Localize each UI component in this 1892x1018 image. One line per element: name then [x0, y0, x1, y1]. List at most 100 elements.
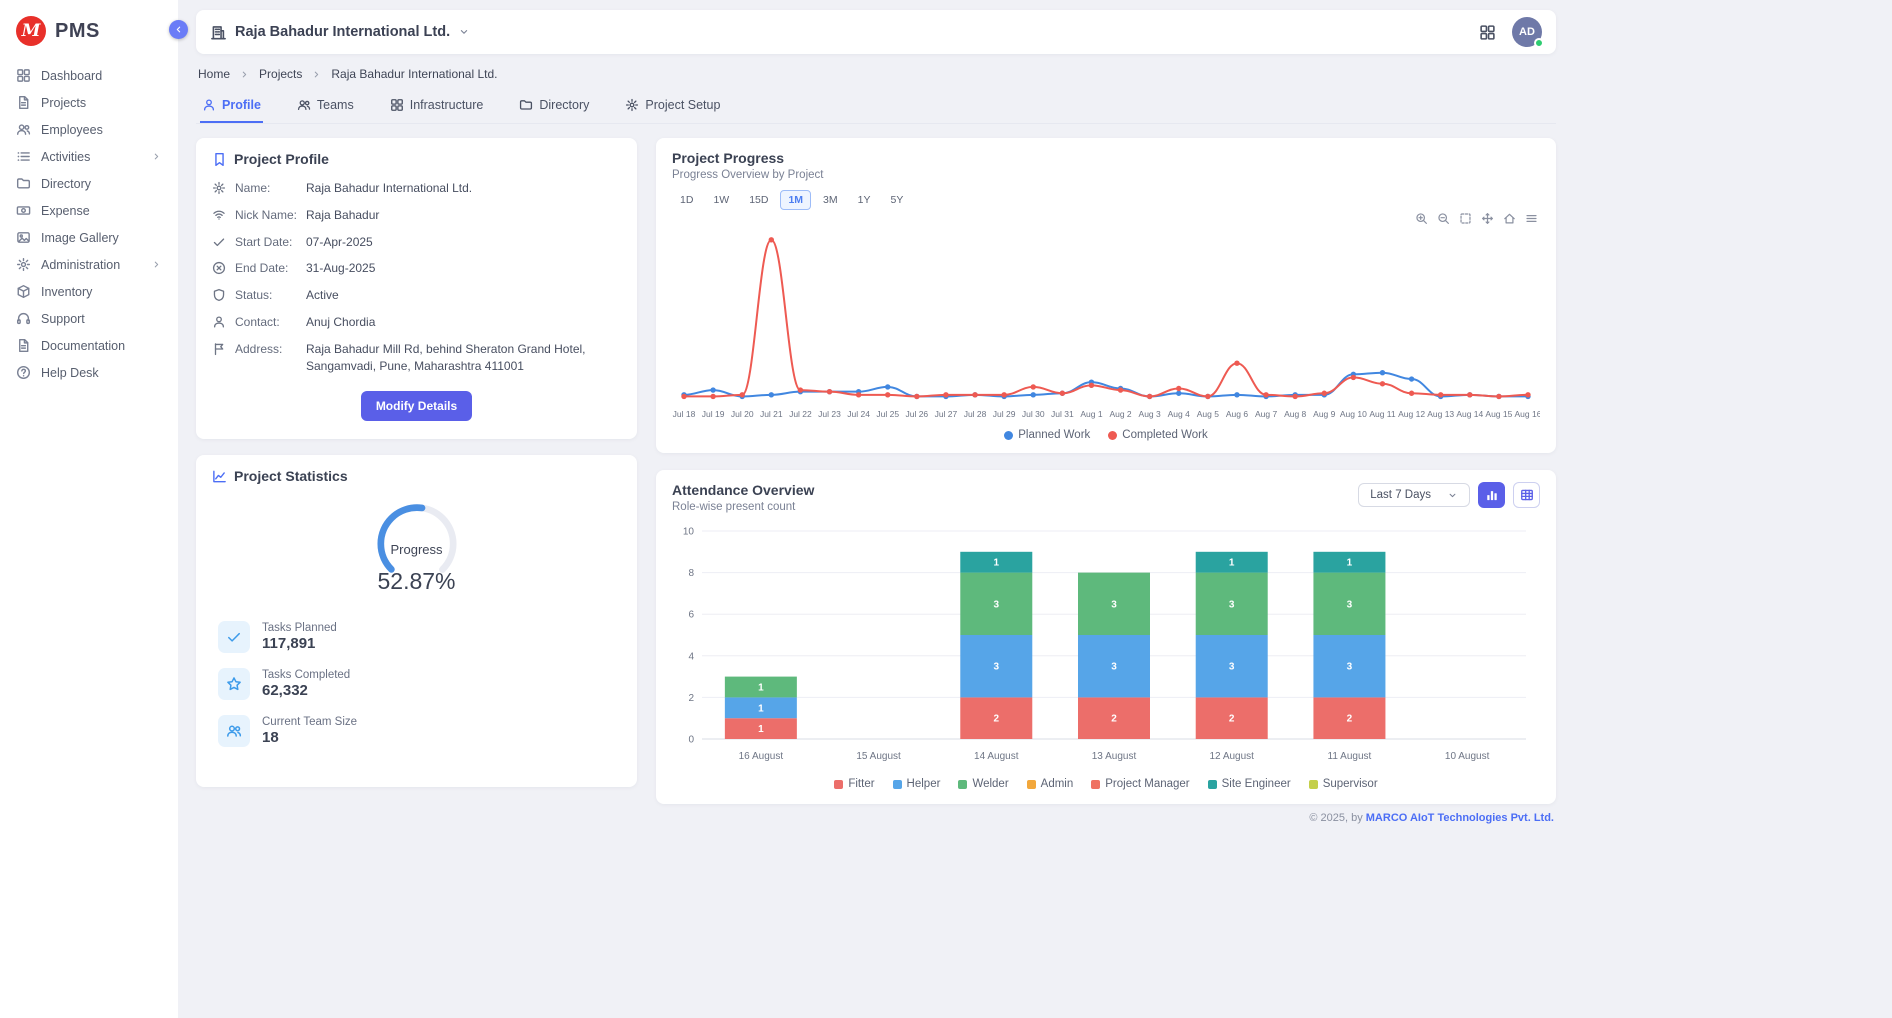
stat-value: 117,891 [262, 635, 337, 652]
legend-item[interactable]: Project Manager [1091, 778, 1189, 790]
range-5y-button[interactable]: 5Y [882, 190, 911, 210]
legend-item[interactable]: Fitter [834, 778, 874, 790]
modify-details-button[interactable]: Modify Details [361, 391, 472, 421]
sidebar-collapse-button[interactable] [169, 20, 188, 39]
legend-item[interactable]: Supervisor [1309, 778, 1378, 790]
range-15d-button[interactable]: 15D [741, 190, 776, 210]
range-1d-button[interactable]: 1D [672, 190, 701, 210]
svg-text:Aug 3: Aug 3 [1139, 409, 1161, 419]
chevron-down-icon [1447, 490, 1458, 501]
sidebar-item-projects[interactable]: Projects [0, 89, 178, 116]
svg-text:Jul 26: Jul 26 [905, 409, 928, 419]
selection-zoom-button[interactable] [1459, 212, 1472, 225]
range-3m-button[interactable]: 3M [815, 190, 846, 210]
date-range-dropdown[interactable]: Last 7 Days [1358, 483, 1470, 507]
svg-text:Jul 21: Jul 21 [760, 409, 783, 419]
svg-text:0: 0 [688, 735, 694, 746]
svg-text:Aug 14: Aug 14 [1456, 409, 1483, 419]
svg-text:Jul 30: Jul 30 [1022, 409, 1045, 419]
svg-text:3: 3 [1111, 662, 1117, 673]
field-value: Raja Bahadur [306, 207, 621, 224]
svg-text:Jul 28: Jul 28 [964, 409, 987, 419]
chart-view-toggle[interactable] [1478, 482, 1505, 508]
card-title: Project Progress [672, 150, 784, 166]
dashboard-icon [16, 68, 31, 83]
chevron-right-icon [151, 151, 162, 162]
check-icon [212, 235, 226, 251]
legend-item[interactable]: Admin [1027, 778, 1074, 790]
panning-button[interactable] [1481, 212, 1494, 225]
range-1w-button[interactable]: 1W [705, 190, 737, 210]
sidebar-item-label: Administration [41, 258, 120, 272]
range-1m-button[interactable]: 1M [780, 190, 811, 210]
field-value: Active [306, 287, 621, 304]
svg-text:Jul 22: Jul 22 [789, 409, 812, 419]
sidebar-item-image-gallery[interactable]: Image Gallery [0, 224, 178, 251]
attendance-overview-card: Attendance Overview Role-wise present co… [656, 470, 1556, 804]
profile-field-status: Status: Active [212, 287, 621, 304]
sidebar-item-support[interactable]: Support [0, 305, 178, 332]
svg-text:2: 2 [1229, 714, 1235, 725]
svg-text:Aug 2: Aug 2 [1109, 409, 1131, 419]
zoom-out-button[interactable] [1437, 212, 1450, 225]
table-view-toggle[interactable] [1513, 482, 1540, 508]
chart-menu-button[interactable] [1525, 212, 1538, 225]
directory-icon [16, 176, 31, 191]
legend-item[interactable]: Welder [958, 778, 1008, 790]
tab-project-setup[interactable]: Project Setup [623, 90, 722, 123]
sidebar-item-administration[interactable]: Administration [0, 251, 178, 278]
project-profile-card: Project Profile Name: Raja Bahadur Inter… [196, 138, 637, 439]
top-header: Raja Bahadur International Ltd. AD [196, 10, 1556, 54]
star-icon [226, 676, 242, 692]
sidebar-item-expense[interactable]: Expense [0, 197, 178, 224]
tab-profile[interactable]: Profile [200, 90, 263, 123]
gear-icon [212, 181, 226, 197]
apps-grid-button[interactable] [1479, 24, 1496, 41]
breadcrumb-home[interactable]: Home [198, 67, 230, 81]
tab-directory[interactable]: Directory [517, 90, 591, 123]
image-gallery-icon [16, 230, 31, 245]
svg-text:Jul 25: Jul 25 [876, 409, 899, 419]
company-link[interactable]: MARCO AIoT Technologies Pvt. Ltd. [1366, 812, 1554, 824]
legend-item[interactable]: Site Engineer [1208, 778, 1291, 790]
tab-infrastructure[interactable]: Infrastructure [388, 90, 486, 123]
profile-field-end-date: End Date: 31-Aug-2025 [212, 260, 621, 277]
svg-text:Aug 8: Aug 8 [1284, 409, 1306, 419]
field-label: Name: [235, 180, 297, 197]
breadcrumb-projects[interactable]: Projects [259, 67, 302, 81]
svg-text:2: 2 [1111, 714, 1117, 725]
svg-text:3: 3 [1229, 662, 1235, 673]
field-value: Raja Bahadur Mill Rd, behind Sheraton Gr… [306, 341, 621, 375]
reset-zoom-button[interactable] [1503, 212, 1516, 225]
sidebar-item-employees[interactable]: Employees [0, 116, 178, 143]
svg-text:1: 1 [758, 683, 764, 694]
sidebar-item-inventory[interactable]: Inventory [0, 278, 178, 305]
svg-text:Jul 20: Jul 20 [731, 409, 754, 419]
field-label: Nick Name: [235, 207, 297, 224]
zoom-in-button[interactable] [1415, 212, 1428, 225]
sidebar-item-directory[interactable]: Directory [0, 170, 178, 197]
tab-teams[interactable]: Teams [295, 90, 356, 123]
chevron-right-icon [151, 259, 162, 270]
building-icon [210, 24, 227, 41]
stat-label: Tasks Planned [262, 622, 337, 634]
company-selector[interactable]: Raja Bahadur International Ltd. [210, 24, 470, 41]
svg-text:10: 10 [683, 527, 695, 538]
svg-text:1: 1 [758, 703, 764, 714]
sidebar-item-documentation[interactable]: Documentation [0, 332, 178, 359]
legend-item[interactable]: Helper [893, 778, 941, 790]
bookmark-icon [212, 152, 227, 167]
legend-item[interactable]: Planned Work [1004, 429, 1090, 441]
card-subtitle: Progress Overview by Project [672, 169, 1540, 181]
sidebar-item-help-desk[interactable]: Help Desk [0, 359, 178, 386]
grid-icon [390, 98, 404, 112]
brand: M PMS [0, 12, 178, 62]
attendance-bar-chart: 024681011116 August15 August233114 Augus… [672, 521, 1540, 773]
sidebar-item-dashboard[interactable]: Dashboard [0, 62, 178, 89]
range-1y-button[interactable]: 1Y [850, 190, 879, 210]
sidebar-item-label: Inventory [41, 285, 92, 299]
sidebar-item-activities[interactable]: Activities [0, 143, 178, 170]
range-selector: 1D 1W 15D 1M 3M 1Y 5Y [672, 190, 1540, 210]
user-avatar[interactable]: AD [1512, 17, 1542, 47]
legend-item[interactable]: Completed Work [1108, 429, 1207, 441]
